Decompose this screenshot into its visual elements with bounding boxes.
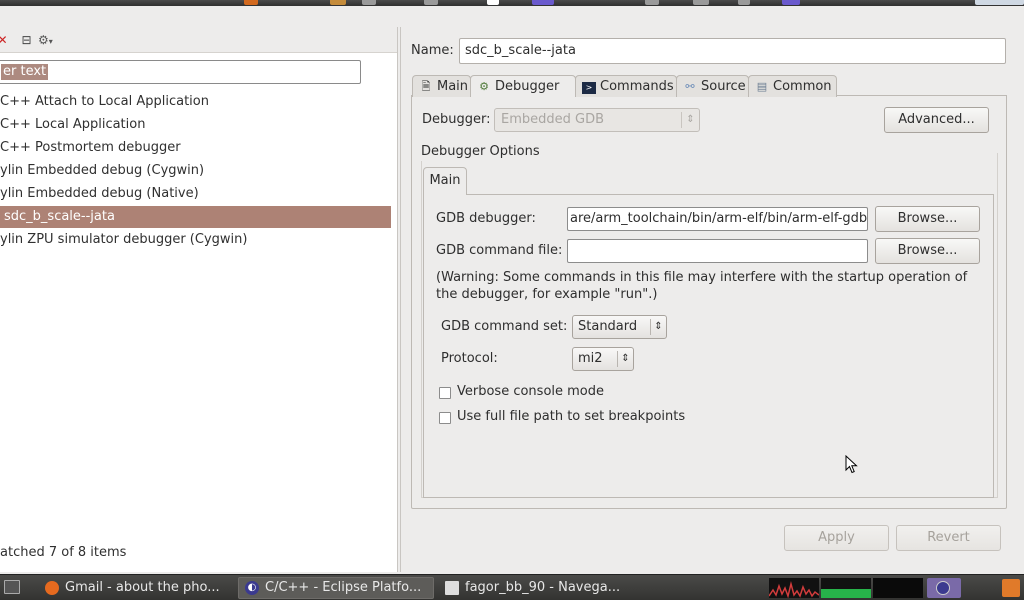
collapse-all-icon[interactable]: ⊟: [20, 34, 33, 47]
mouse-pointer-icon: [845, 455, 858, 474]
eclipse-icon: ◐: [245, 581, 259, 595]
source-icon: ⚯: [685, 80, 695, 93]
name-label: Name:: [411, 43, 454, 58]
tree-item[interactable]: ylin Embedded debug (Native): [0, 183, 391, 205]
delete-config-icon[interactable]: ✕: [0, 34, 9, 47]
tab-debugger[interactable]: ⚙ Debugger: [470, 75, 576, 97]
taskbar-item-label: Gmail - about the pho...: [65, 580, 220, 595]
gdb-command-file-label: GDB command file:: [436, 243, 563, 258]
warning-text-line1: (Warning: Some commands in this file may…: [436, 270, 968, 285]
show-desktop-icon[interactable]: [4, 580, 20, 594]
tree-item-label: sdc_b_scale--jata: [4, 209, 115, 224]
workspace-switcher[interactable]: [927, 578, 961, 598]
debugger-select: Embedded GDB ⇕: [494, 108, 700, 132]
warning-text-line2: the debugger, for example "run".): [436, 287, 658, 302]
trash-icon[interactable]: [1002, 579, 1020, 597]
gdb-command-set-label: GDB command set:: [441, 319, 568, 334]
debugger-label: Debugger:: [422, 112, 491, 127]
gdb-debugger-label: GDB debugger:: [436, 211, 536, 226]
updown-arrow-icon: ⇕: [650, 319, 666, 335]
verbose-console-label: Verbose console mode: [457, 384, 605, 399]
filter-menu-icon[interactable]: ⚙▾: [38, 34, 64, 47]
common-icon: ▤: [756, 80, 768, 93]
tree-item-label: ylin Embedded debug (Native): [0, 186, 199, 201]
tab-label: Commands: [600, 79, 674, 94]
filter-status-text: atched 7 of 8 items: [0, 545, 127, 560]
taskbar-item-label: fagor_bb_90 - Navega...: [465, 580, 621, 595]
updown-arrow-icon: ⇕: [617, 351, 633, 367]
protocol-value: mi2: [578, 351, 603, 366]
tree-item[interactable]: C++ Local Application: [0, 114, 391, 136]
taskbar-item-firefox[interactable]: Gmail - about the pho...: [38, 577, 234, 599]
browse-gdb-debugger-button[interactable]: Browse...: [875, 206, 980, 232]
tab-label: Main: [437, 79, 469, 94]
tree-item[interactable]: C++ Attach to Local Application: [0, 91, 391, 113]
chevron-down-icon: ▾: [48, 37, 53, 46]
updown-arrow-icon: ⇕: [681, 112, 699, 128]
name-input[interactable]: sdc_b_scale--jata: [459, 38, 1006, 64]
gdb-command-file-input[interactable]: [567, 239, 868, 263]
taskbar-item-eclipse[interactable]: ◐ C/C++ - Eclipse Platfo...: [238, 577, 434, 599]
filter-placeholder-selected: er text: [1, 64, 49, 80]
tree-item-label: ylin Embedded debug (Cygwin): [0, 163, 205, 178]
debugger-select-value: Embedded GDB: [501, 112, 605, 127]
tab-label: Debugger: [495, 79, 560, 94]
browse-command-file-button[interactable]: Browse...: [875, 238, 980, 264]
cpu-monitor-graph: [769, 578, 819, 598]
full-path-label: Use full file path to set breakpoints: [457, 409, 686, 424]
main-tab-icon: 🗎: [421, 80, 431, 93]
terminal-icon: >: [582, 82, 596, 94]
gdb-debugger-input[interactable]: are/arm_toolchain/bin/arm-elf/bin/arm-el…: [567, 207, 868, 231]
full-path-checkbox[interactable]: [439, 412, 451, 424]
bug-gear-icon: ⚙: [479, 80, 489, 93]
tree-item-selected[interactable]: sdc_b_scale--jata: [0, 206, 391, 228]
tree-item-label: C++ Local Application: [0, 117, 146, 132]
eclipse-icon: [936, 581, 950, 595]
tree-item-label: C++ Attach to Local Application: [0, 94, 209, 109]
tab-main[interactable]: 🗎 Main: [412, 75, 471, 97]
tab-inner-main[interactable]: Main: [423, 167, 467, 195]
tree-item-label: ylin ZPU simulator debugger (Cygwin): [0, 232, 248, 247]
gdb-command-set-select[interactable]: Standard ⇕: [572, 315, 667, 339]
tab-source[interactable]: ⚯ Source: [676, 75, 749, 97]
network-monitor-graph: [873, 578, 923, 598]
firefox-icon: [45, 581, 59, 595]
tree-item[interactable]: C++ Postmortem debugger: [0, 137, 391, 159]
window-top-edge: [0, 6, 1024, 28]
tab-label: Common: [773, 79, 832, 94]
tab-label: Source: [701, 79, 746, 94]
tree-item-label: C++ Postmortem debugger: [0, 140, 181, 155]
filter-input[interactable]: er text: [0, 60, 361, 84]
tab-commands[interactable]: > Commands: [575, 75, 677, 97]
memory-monitor-graph: [821, 578, 871, 598]
gdb-command-set-value: Standard: [578, 319, 638, 334]
protocol-select[interactable]: mi2 ⇕: [572, 347, 634, 371]
advanced-button[interactable]: Advanced...: [884, 107, 989, 133]
left-toolbar: ✕ ⊟ ⚙▾: [0, 27, 397, 53]
protocol-label: Protocol:: [441, 351, 498, 366]
taskbar-item-label: C/C++ - Eclipse Platfo...: [265, 580, 422, 595]
file-manager-icon: [445, 581, 459, 595]
tab-common[interactable]: ▤ Common: [748, 75, 837, 97]
verbose-console-checkbox[interactable]: [439, 387, 451, 399]
tree-item[interactable]: ylin ZPU simulator debugger (Cygwin): [0, 229, 391, 251]
debugger-options-label: Debugger Options: [421, 143, 544, 161]
tree-item[interactable]: ylin Embedded debug (Cygwin): [0, 160, 391, 182]
apply-button[interactable]: Apply: [784, 525, 889, 551]
revert-button[interactable]: Revert: [896, 525, 1001, 551]
taskbar-item-file-manager[interactable]: fagor_bb_90 - Navega...: [438, 577, 634, 599]
